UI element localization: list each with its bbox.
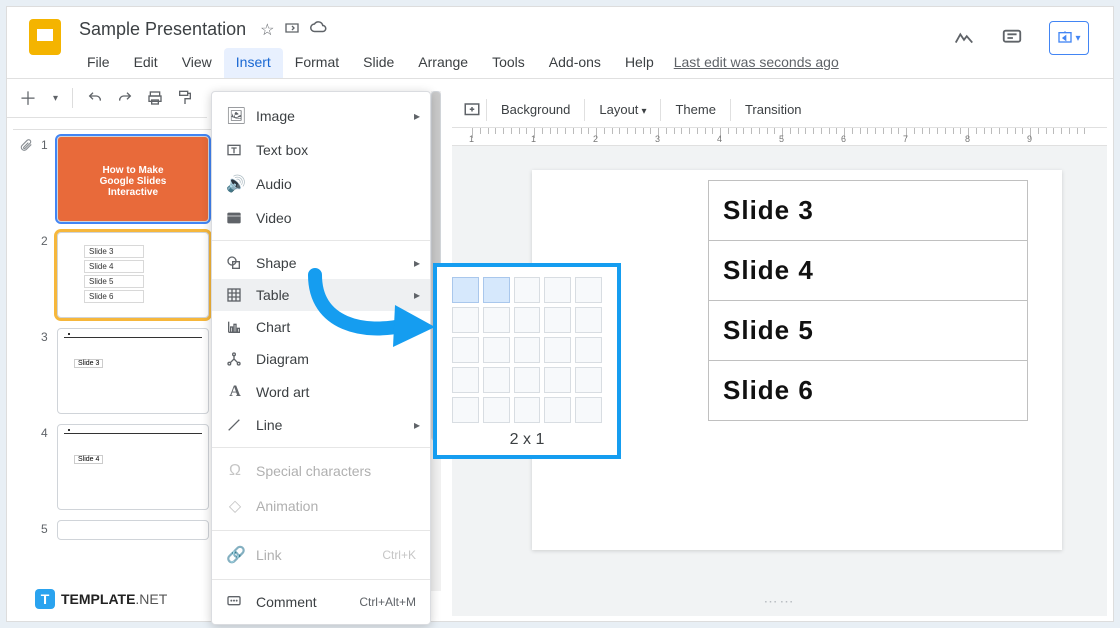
menubar: File Edit View Insert Format Slide Arran… bbox=[75, 48, 953, 78]
slide-thumbnail-3[interactable]: Slide 3 bbox=[57, 328, 209, 414]
table-row[interactable]: Slide 5 bbox=[709, 301, 1027, 361]
special-chars-icon: Ω bbox=[226, 462, 244, 480]
table-row[interactable]: Slide 4 bbox=[709, 241, 1027, 301]
menu-addons[interactable]: Add-ons bbox=[537, 48, 613, 78]
thumb-num-3: 3 bbox=[41, 328, 51, 414]
cloud-status-icon[interactable] bbox=[310, 20, 328, 40]
left-toolbar: ＋▾ bbox=[7, 79, 207, 118]
menu-edit[interactable]: Edit bbox=[122, 48, 170, 78]
animation-icon: ◇ bbox=[226, 496, 244, 516]
slide-panel: 1 How to Make Google Slides Interactive … bbox=[13, 129, 213, 615]
new-slide-button[interactable]: ＋ bbox=[17, 87, 39, 109]
menu-view[interactable]: View bbox=[170, 48, 224, 78]
table-size-popup: 2 x 1 bbox=[433, 263, 621, 459]
image-icon: 🖼 bbox=[226, 106, 244, 126]
watermark-logo-icon: T bbox=[35, 589, 55, 609]
menu-file[interactable]: File bbox=[75, 48, 122, 78]
insert-audio[interactable]: 🔊Audio bbox=[212, 166, 430, 202]
menu-format[interactable]: Format bbox=[283, 48, 351, 78]
table-icon bbox=[226, 287, 244, 303]
table-size-grid[interactable] bbox=[452, 277, 602, 423]
insert-wordart[interactable]: AWord art bbox=[212, 375, 430, 409]
menu-help[interactable]: Help bbox=[613, 48, 666, 78]
table-dims-label: 2 x 1 bbox=[447, 431, 607, 449]
insert-video[interactable]: Video bbox=[212, 202, 430, 234]
print-icon[interactable] bbox=[147, 90, 163, 106]
slides-logo-icon bbox=[25, 17, 65, 57]
thumb-num-4: 4 bbox=[41, 424, 51, 510]
thumb-num-5: 5 bbox=[41, 520, 51, 540]
thumb-num-1: 1 bbox=[41, 136, 51, 222]
chart-icon bbox=[226, 319, 244, 335]
slide-thumbnail-4[interactable]: Slide 4 bbox=[57, 424, 209, 510]
link-icon: 🔗 bbox=[226, 545, 244, 565]
present-button[interactable]: ▾ bbox=[1049, 21, 1089, 55]
insert-dropdown: 🖼Image Text box 🔊Audio Video Shape Table… bbox=[211, 91, 431, 625]
menu-insert[interactable]: Insert bbox=[224, 48, 283, 78]
menu-arrange[interactable]: Arrange bbox=[406, 48, 480, 78]
star-icon[interactable]: ☆ bbox=[260, 20, 274, 40]
app-header: Sample Presentation ☆ File Edit View Ins… bbox=[7, 7, 1113, 78]
activity-icon[interactable] bbox=[953, 27, 975, 49]
insert-animation: ◇Animation bbox=[212, 488, 430, 524]
thumb-num-2: 2 bbox=[41, 232, 51, 318]
slide-thumbnail-5[interactable] bbox=[57, 520, 209, 540]
insert-link: 🔗LinkCtrl+K bbox=[212, 537, 430, 573]
insert-textbox[interactable]: Text box bbox=[212, 134, 430, 166]
attachment-icon[interactable] bbox=[19, 138, 33, 152]
comment-icon bbox=[226, 594, 244, 610]
menu-slide[interactable]: Slide bbox=[351, 48, 406, 78]
move-icon[interactable] bbox=[284, 20, 300, 40]
insert-special-chars: ΩSpecial characters bbox=[212, 454, 430, 488]
layout-button[interactable]: Layout▾ bbox=[585, 96, 660, 123]
insert-comment[interactable]: CommentCtrl+Alt+M bbox=[212, 586, 430, 618]
background-button[interactable]: Background bbox=[487, 96, 584, 123]
undo-icon[interactable] bbox=[87, 90, 103, 106]
horizontal-ruler: 1123456789 bbox=[452, 128, 1107, 146]
paint-format-icon[interactable] bbox=[177, 90, 193, 106]
canvas-table[interactable]: Slide 3 Slide 4 Slide 5 Slide 6 bbox=[708, 180, 1028, 421]
document-title[interactable]: Sample Presentation bbox=[75, 15, 250, 44]
insert-line[interactable]: Line bbox=[212, 409, 430, 441]
table-row[interactable]: Slide 3 bbox=[709, 181, 1027, 241]
textbox-icon bbox=[226, 142, 244, 158]
wordart-icon: A bbox=[226, 383, 244, 401]
slide-thumbnail-1[interactable]: How to Make Google Slides Interactive bbox=[57, 136, 209, 222]
theme-button[interactable]: Theme bbox=[661, 96, 729, 123]
app-window: Sample Presentation ☆ File Edit View Ins… bbox=[6, 6, 1114, 622]
menu-tools[interactable]: Tools bbox=[480, 48, 537, 78]
insert-image[interactable]: 🖼Image bbox=[212, 98, 430, 134]
audio-icon: 🔊 bbox=[226, 174, 244, 194]
diagram-icon bbox=[226, 351, 244, 367]
notes-handle-icon[interactable]: ⋯⋯ bbox=[764, 593, 796, 610]
comments-icon[interactable] bbox=[1001, 27, 1023, 49]
video-icon bbox=[226, 211, 244, 225]
slide-thumbnail-2[interactable]: Slide 3 Slide 4 Slide 5 Slide 6 bbox=[57, 232, 209, 318]
last-edit-link[interactable]: Last edit was seconds ago bbox=[674, 48, 839, 78]
add-comment-icon[interactable] bbox=[458, 101, 486, 119]
watermark: T TEMPLATE.NET bbox=[35, 589, 167, 609]
annotation-arrow-icon bbox=[305, 265, 445, 355]
transition-button[interactable]: Transition bbox=[731, 96, 816, 123]
line-icon bbox=[226, 417, 244, 433]
table-row[interactable]: Slide 6 bbox=[709, 361, 1027, 420]
shape-icon bbox=[226, 255, 244, 271]
redo-icon[interactable] bbox=[117, 90, 133, 106]
canvas-toolbar: Background Layout▾ Theme Transition bbox=[452, 92, 1107, 128]
